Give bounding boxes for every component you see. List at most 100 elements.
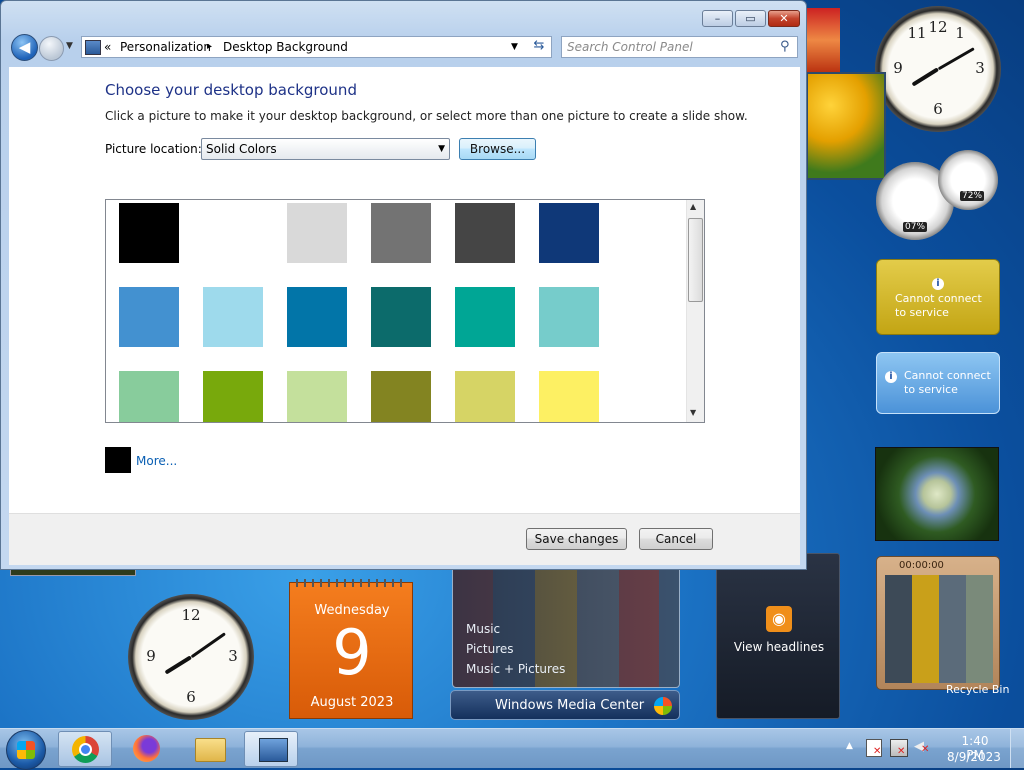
color-swatch[interactable]	[539, 371, 599, 422]
color-swatch[interactable]	[119, 287, 179, 347]
color-swatch[interactable]	[119, 371, 179, 422]
network-icon[interactable]: ✕	[890, 739, 908, 757]
calendar-month-year: August 2023	[310, 695, 394, 710]
taskbar-explorer[interactable]	[182, 731, 236, 767]
action-center-icon[interactable]: ✕	[866, 739, 882, 757]
clock-number: 3	[228, 647, 238, 665]
clock-gadget-top[interactable]: 12 3 6 9 1 11	[875, 6, 1001, 132]
start-button[interactable]	[6, 730, 46, 770]
more-colors-link[interactable]: More...	[136, 454, 177, 468]
media-item-pictures[interactable]: Pictures	[466, 642, 514, 656]
show-hidden-icons-button[interactable]: ▲	[846, 741, 853, 751]
content-area: Choose your desktop background Click a p…	[9, 67, 800, 565]
clock-number: 12	[181, 606, 201, 624]
selected-color-preview	[105, 447, 131, 473]
breadcrumb-desktop-background[interactable]: Desktop Background	[223, 37, 348, 57]
close-button[interactable]: ✕	[768, 10, 800, 27]
color-swatch[interactable]	[371, 203, 431, 263]
taskbar: ▲ ✕ ✕ ◀ ✕ 1:40 PM 8/9/2023	[0, 728, 1024, 770]
vertical-scrollbar[interactable]: ▲ ▼	[686, 200, 704, 422]
color-swatch[interactable]	[203, 371, 263, 422]
volume-icon[interactable]: ◀ ✕	[914, 739, 930, 755]
clock-minute-hand	[190, 632, 226, 659]
color-swatch[interactable]	[539, 287, 599, 347]
color-swatch[interactable]	[455, 287, 515, 347]
show-desktop-button[interactable]	[1010, 729, 1024, 768]
scroll-down-arrow-icon[interactable]: ▼	[690, 408, 696, 417]
recycle-bin-label[interactable]: Recycle Bin	[946, 683, 1009, 696]
color-swatch[interactable]	[455, 203, 515, 263]
dropdown-arrow-icon: ▼	[438, 144, 445, 154]
feed-headlines-gadget[interactable]: ◉ View headlines	[716, 553, 840, 719]
address-bar[interactable]: « Personalization ▸ Desktop Background ▼	[81, 36, 552, 58]
slideshow-photo-back	[806, 8, 840, 72]
clock-gadget-bottom[interactable]: 12 3 6 9	[128, 594, 254, 720]
taskbar-firefox[interactable]	[120, 731, 174, 767]
picture-location-select[interactable]: Solid Colors ▼	[201, 138, 450, 160]
puzzle-timer: 00:00:00	[899, 560, 944, 571]
clock-number: 6	[186, 688, 196, 706]
refresh-button[interactable]: ⇆	[529, 38, 549, 56]
calendar-day: 9	[332, 616, 372, 689]
color-swatch-grid: ▲ ▼	[105, 199, 705, 423]
scroll-thumb[interactable]	[688, 218, 703, 302]
picture-location-label: Picture location:	[105, 142, 202, 156]
search-input[interactable]: Search Control Panel	[567, 40, 693, 54]
color-swatch[interactable]	[371, 371, 431, 422]
media-center-gadget[interactable]: Music Pictures Music + Pictures	[452, 566, 680, 688]
media-center-title-bar[interactable]: Windows Media Center	[450, 690, 680, 720]
mem-percent: 72%	[960, 191, 985, 201]
maximize-button[interactable]: ▭	[735, 10, 766, 27]
picture-location-value: Solid Colors	[206, 142, 277, 156]
info-icon: i	[932, 276, 944, 290]
scroll-up-arrow-icon[interactable]: ▲	[690, 202, 696, 211]
color-swatch[interactable]	[287, 203, 347, 263]
media-item-music[interactable]: Music	[466, 622, 500, 636]
breadcrumb-prefix[interactable]: «	[104, 37, 111, 57]
taskbar-control-panel[interactable]	[244, 731, 298, 767]
back-button[interactable]: ◀	[11, 34, 38, 61]
taskbar-chrome[interactable]	[58, 731, 112, 767]
cpu-meter-gadget[interactable]: 07% 72%	[876, 150, 1000, 240]
control-panel-icon	[85, 40, 101, 55]
weather-gadget[interactable]: i Cannot connect to service	[876, 259, 1000, 335]
picture-puzzle-gadget[interactable]: 00:00:00	[876, 556, 1000, 690]
color-swatch[interactable]	[539, 203, 599, 263]
back-arrow-icon: ◀	[18, 38, 31, 56]
feed-label: View headlines	[733, 640, 825, 654]
color-swatch[interactable]	[119, 203, 179, 263]
address-dropdown-icon[interactable]: ▼	[511, 37, 518, 57]
slideshow-photo-tulips[interactable]	[806, 72, 886, 180]
forward-button[interactable]	[39, 36, 64, 61]
recent-pages-chevron-icon[interactable]: ▼	[66, 41, 73, 51]
search-icon[interactable]: ⚲	[780, 39, 790, 54]
slideshow-photo-hydrangea[interactable]	[875, 447, 999, 541]
color-swatch[interactable]	[287, 287, 347, 347]
cancel-button[interactable]: Cancel	[639, 528, 713, 550]
clock-number: 9	[146, 647, 156, 665]
windows-logo-icon	[654, 697, 672, 715]
breadcrumb-personalization[interactable]: Personalization	[120, 37, 211, 57]
color-swatch[interactable]	[287, 371, 347, 422]
mem-dial	[938, 150, 998, 210]
clock-date[interactable]: 8/9/2023	[946, 750, 1002, 764]
color-swatch[interactable]	[203, 287, 263, 347]
calendar-gadget[interactable]: Wednesday 9 August 2023	[289, 579, 413, 719]
browse-button[interactable]: Browse...	[459, 138, 536, 160]
control-panel-icon	[259, 738, 288, 762]
color-swatch[interactable]	[455, 371, 515, 422]
media-item-music-pictures[interactable]: Music + Pictures	[466, 662, 565, 676]
clock-number: 6	[933, 100, 943, 118]
info-icon: i	[885, 369, 897, 383]
puzzle-tiles	[885, 575, 993, 683]
color-swatch[interactable]	[371, 287, 431, 347]
save-changes-button[interactable]: Save changes	[526, 528, 627, 550]
color-swatch[interactable]	[203, 203, 263, 263]
minimize-button[interactable]: –	[702, 10, 733, 27]
dialog-footer: Save changes Cancel	[9, 513, 800, 565]
cpu-percent: 07%	[903, 222, 928, 232]
clock-number: 12	[928, 18, 948, 36]
search-box[interactable]: Search Control Panel ⚲	[561, 36, 798, 58]
breadcrumb-separator[interactable]: ▸	[207, 37, 212, 57]
currency-gadget[interactable]: i Cannot connect to service	[876, 352, 1000, 414]
